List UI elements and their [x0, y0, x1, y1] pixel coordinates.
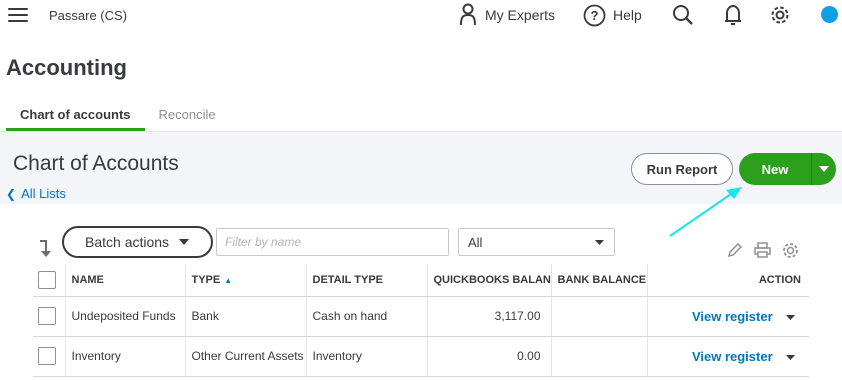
table-row: Undeposited Funds Bank Cash on hand 3,11…: [33, 296, 809, 337]
tab-chart-of-accounts[interactable]: Chart of accounts: [6, 101, 145, 131]
panel-title: Chart of Accounts: [13, 152, 179, 175]
gear-icon[interactable]: [768, 3, 792, 27]
batch-actions-label: Batch actions: [85, 234, 170, 250]
accounts-table: NAME TYPE▲ DETAIL TYPE QUICKBOOKS BALANC…: [33, 264, 809, 377]
help-label: Help: [613, 7, 642, 23]
cell-action: View register: [647, 296, 809, 337]
help-icon: ?: [583, 4, 606, 26]
table-row: Inventory Other Current Assets Inventory…: [33, 336, 809, 377]
new-button-label: New: [761, 161, 789, 177]
account-filter-select[interactable]: All: [458, 228, 615, 256]
cell-action: View register: [647, 336, 809, 377]
row-select-cell: [33, 336, 66, 377]
page-title: Accounting: [6, 55, 127, 80]
cell-bank-balance: [551, 336, 648, 377]
cell-name: Inventory: [65, 336, 186, 377]
row-checkbox[interactable]: [38, 307, 56, 325]
new-button[interactable]: New: [739, 153, 836, 185]
row-select-cell: [33, 296, 66, 337]
help-button[interactable]: ? Help: [583, 1, 642, 29]
table-header-row: NAME TYPE▲ DETAIL TYPE QUICKBOOKS BALANC…: [33, 264, 809, 297]
row-checkbox[interactable]: [38, 347, 56, 365]
col-detail-type[interactable]: DETAIL TYPE: [306, 264, 428, 297]
settings-gear-icon[interactable]: [780, 240, 800, 260]
caret-down-icon: [819, 166, 829, 172]
cell-type: Bank: [185, 296, 307, 337]
sort-arrow-icon[interactable]: [38, 238, 54, 263]
bell-icon[interactable]: [721, 3, 745, 27]
avatar[interactable]: [821, 6, 838, 23]
top-bar: Passare (CS) My Experts ? Help: [0, 0, 842, 32]
caret-down-icon[interactable]: [786, 354, 795, 360]
chevron-left-icon: ❮: [6, 186, 17, 201]
caret-down-icon: [595, 239, 604, 245]
select-all-checkbox[interactable]: [38, 270, 56, 289]
my-experts-button[interactable]: My Experts: [458, 1, 555, 29]
annotation-arrow-icon: [669, 187, 742, 237]
pencil-icon[interactable]: [725, 240, 745, 260]
col-bank-balance[interactable]: BANK BALANCE: [551, 264, 648, 297]
cell-detail-type: Cash on hand: [306, 296, 428, 337]
cell-name: Undeposited Funds: [65, 296, 186, 337]
batch-actions-button[interactable]: Batch actions: [62, 226, 213, 258]
select-all-cell: [33, 264, 66, 297]
cell-detail-type: Inventory: [306, 336, 428, 377]
cell-qb-balance: 3,117.00: [427, 296, 552, 337]
col-type[interactable]: TYPE ▲: [185, 264, 307, 297]
all-lists-link[interactable]: ❮ All Lists: [6, 186, 66, 201]
print-icon[interactable]: [752, 240, 772, 260]
tab-reconcile[interactable]: Reconcile: [145, 101, 230, 131]
svg-text:?: ?: [591, 8, 599, 23]
new-dropdown-toggle[interactable]: [812, 166, 836, 172]
filter-input[interactable]: [216, 228, 449, 256]
search-icon[interactable]: [671, 3, 695, 27]
select-value: All: [468, 234, 483, 250]
cell-type: Other Current Assets: [185, 336, 307, 377]
person-icon: [460, 3, 476, 26]
caret-down-icon[interactable]: [786, 314, 795, 320]
all-lists-label: All Lists: [21, 186, 66, 201]
view-register-link[interactable]: View register: [692, 309, 773, 324]
col-quickbooks-balance[interactable]: QUICKBOOKS BALANCE: [427, 264, 552, 297]
cell-bank-balance: [551, 296, 648, 337]
my-experts-label: My Experts: [485, 7, 556, 23]
col-action: ACTION: [647, 264, 809, 297]
company-name: Passare (CS): [49, 8, 128, 23]
caret-down-icon: [179, 239, 190, 245]
cell-qb-balance: 0.00: [427, 336, 552, 377]
col-name[interactable]: NAME: [65, 264, 186, 297]
col-type-label: TYPE: [191, 273, 221, 286]
sort-ascending-icon: ▲: [224, 275, 233, 285]
menu-icon[interactable]: [8, 8, 28, 24]
view-register-link[interactable]: View register: [692, 349, 773, 364]
tab-bar: Chart of accounts Reconcile: [6, 101, 230, 131]
